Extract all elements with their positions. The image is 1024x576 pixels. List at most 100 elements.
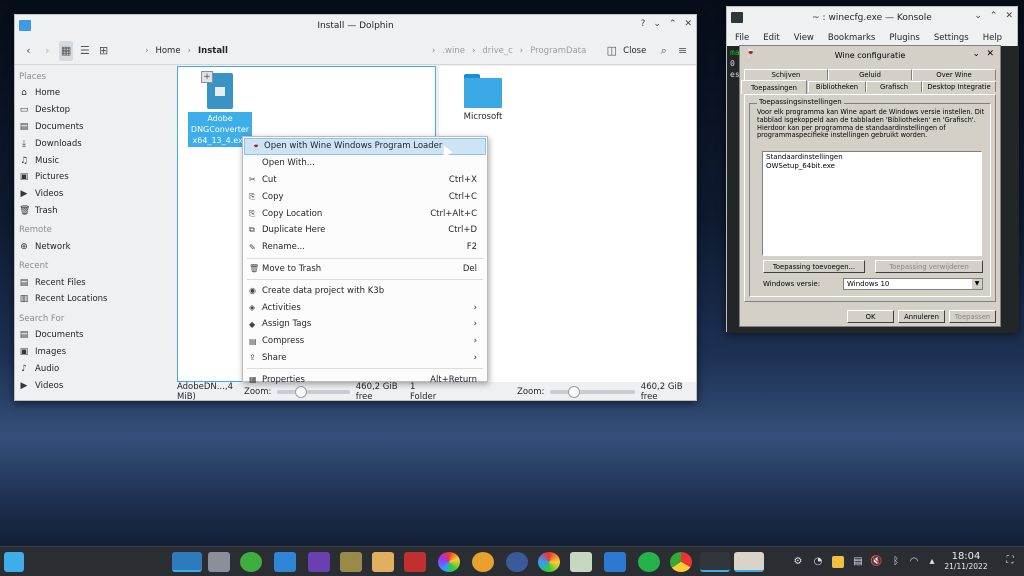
menu-item-open-with[interactable]: Open With... bbox=[243, 155, 487, 172]
sidebar-item-search-documents[interactable]: ▤ Documents bbox=[15, 327, 175, 344]
remove-application-button[interactable]: Toepassing verwijderen bbox=[875, 260, 983, 273]
sidebar-item-trash[interactable]: 🗑 Trash bbox=[15, 203, 175, 220]
graphics-task-icon[interactable] bbox=[538, 552, 560, 572]
sidebar-item-recent-locations[interactable]: ▥ Recent Locations bbox=[15, 291, 175, 308]
cancel-button[interactable]: Annuleren bbox=[898, 310, 945, 323]
sidebar-item-network[interactable]: ⊕ Network bbox=[15, 238, 175, 255]
menu-item-compress[interactable]: ▤ Compress › bbox=[243, 333, 487, 350]
tab-bibliotheken[interactable]: Bibliotheken bbox=[808, 81, 866, 92]
details-view-icon[interactable]: ⊞ bbox=[96, 41, 111, 61]
wizard-task-icon[interactable] bbox=[308, 552, 330, 572]
icons-view-icon[interactable]: ▦ bbox=[58, 40, 74, 61]
menu-item-copy-location[interactable]: ⎘ Copy Location Ctrl+Alt+C bbox=[243, 205, 487, 222]
windows-version-select[interactable]: Windows 10 ▼ bbox=[843, 278, 983, 290]
konsole-task-icon[interactable] bbox=[700, 552, 730, 572]
update-tray-icon[interactable]: ◔ bbox=[812, 556, 824, 568]
sidebar-item-search-images[interactable]: ▣ Images bbox=[15, 344, 175, 361]
sidebar-item-documents[interactable]: ▤ Documents bbox=[15, 119, 175, 136]
media-task-icon[interactable] bbox=[472, 552, 494, 572]
close-icon[interactable]: ✕ bbox=[684, 19, 692, 29]
show-desktop-icon[interactable]: ⛶ bbox=[1004, 555, 1016, 567]
list-item[interactable]: OWSetup_64bit.exe bbox=[766, 162, 978, 171]
konsole-menu-file[interactable]: File bbox=[735, 33, 749, 43]
refresh-task-icon[interactable] bbox=[240, 552, 262, 572]
menu-item-assign-tags[interactable]: ◆ Assign Tags › bbox=[243, 316, 487, 333]
chrome-task-icon[interactable] bbox=[670, 552, 692, 572]
zoom-slider-handle-right[interactable] bbox=[568, 386, 581, 398]
search-icon[interactable]: ⌕ bbox=[656, 41, 671, 61]
sidebar-item-downloads[interactable]: ⤓ Downloads bbox=[15, 135, 175, 152]
ok-button[interactable]: OK bbox=[847, 310, 894, 323]
close-split-icon[interactable]: ◫ bbox=[604, 41, 619, 61]
image-viewer-task-icon[interactable] bbox=[372, 552, 394, 572]
help-icon[interactable]: ? bbox=[641, 19, 646, 29]
hamburger-menu-icon[interactable]: ≡ bbox=[675, 41, 690, 61]
compact-view-icon[interactable]: ☰ bbox=[77, 41, 92, 61]
tab-schijven[interactable]: Schijven bbox=[744, 69, 828, 80]
mail-task-icon[interactable] bbox=[604, 552, 626, 572]
document-task-icon[interactable] bbox=[570, 552, 592, 572]
task-icon[interactable] bbox=[208, 552, 230, 572]
menu-item-move-to-trash[interactable]: 🗑 Move to Trash Del bbox=[243, 261, 487, 278]
sidebar-item-desktop[interactable]: ▭ Desktop bbox=[15, 102, 175, 119]
folder-item-microsoft[interactable]: Microsoft bbox=[453, 74, 513, 122]
chevron-down-icon[interactable]: ▼ bbox=[972, 279, 982, 289]
breadcrumb-current[interactable]: Install bbox=[198, 46, 228, 56]
books-task-icon[interactable] bbox=[404, 552, 426, 572]
wine-titlebar[interactable]: 🍷 Wine configuratie ⌄ ✕ bbox=[740, 46, 1000, 64]
sidebar-item-pictures[interactable]: ▣ Pictures bbox=[15, 169, 175, 186]
zoom-slider-right[interactable] bbox=[550, 386, 635, 398]
sidebar-item-recent-files[interactable]: ▤ Recent Files bbox=[15, 274, 175, 291]
konsole-menu-settings[interactable]: Settings bbox=[934, 33, 969, 43]
konsole-minimize-icon[interactable]: ⌄ bbox=[974, 11, 982, 21]
store-task-icon[interactable] bbox=[274, 552, 296, 572]
maximize-icon[interactable]: ⌃ bbox=[669, 19, 677, 29]
tab-over-wine[interactable]: Over Wine bbox=[912, 69, 996, 80]
app-launcher-icon[interactable] bbox=[4, 552, 24, 572]
konsole-menu-view[interactable]: View bbox=[794, 33, 814, 43]
breadcrumb-wine[interactable]: .wine bbox=[442, 46, 465, 56]
sidebar-item-search-videos[interactable]: ▶ Videos bbox=[15, 377, 175, 394]
breadcrumb-programdata[interactable]: ProgramData bbox=[530, 46, 586, 56]
application-list[interactable]: Standaardinstellingen OWSetup_64bit.exe bbox=[762, 151, 982, 256]
clipboard-tray-icon[interactable]: ▤ bbox=[852, 556, 864, 568]
expand-tray-icon[interactable]: ▴ bbox=[926, 556, 938, 568]
menu-item-create-data-project-with-k3b[interactable]: ◉ Create data project with K3b bbox=[243, 282, 487, 299]
back-icon[interactable]: ‹ bbox=[21, 41, 36, 61]
menu-item-activities[interactable]: ◈ Activities › bbox=[243, 299, 487, 316]
menu-item-duplicate-here[interactable]: ⧉ Duplicate Here Ctrl+D bbox=[243, 222, 487, 239]
sidebar-item-videos[interactable]: ▶ Videos bbox=[15, 186, 175, 203]
sidebar-item-home[interactable]: ⌂ Home bbox=[15, 85, 175, 102]
music-task-icon[interactable] bbox=[506, 552, 528, 572]
konsole-close-icon[interactable]: ✕ bbox=[1005, 11, 1013, 21]
dolphin-task-icon[interactable] bbox=[172, 552, 202, 572]
wine-task-icon[interactable] bbox=[734, 552, 764, 572]
cat-task-icon[interactable] bbox=[340, 552, 362, 572]
breadcrumb-home[interactable]: Home bbox=[155, 46, 180, 56]
konsole-titlebar[interactable]: ~ : winecfg.exe — Konsole ⌄ ⌃ ✕ bbox=[727, 7, 1017, 29]
clock[interactable]: 18:04 21/11/2022 bbox=[942, 551, 990, 571]
color-picker-task-icon[interactable] bbox=[438, 552, 460, 572]
tab-geluid[interactable]: Geluid bbox=[828, 69, 912, 80]
volume-muted-icon[interactable]: 🔇 bbox=[870, 556, 882, 568]
apply-button[interactable]: Toepassen bbox=[949, 310, 996, 323]
menu-item-share[interactable]: ⇪ Share › bbox=[243, 350, 487, 367]
wine-minimize-icon[interactable]: ⌄ bbox=[972, 49, 980, 59]
add-application-button[interactable]: Toepassing toevoegen... bbox=[763, 260, 865, 273]
tab-toepassingen[interactable]: Toepassingen bbox=[741, 80, 807, 94]
konsole-menu-edit[interactable]: Edit bbox=[763, 33, 779, 43]
close-split-button[interactable]: Close bbox=[623, 46, 646, 56]
forward-icon[interactable]: › bbox=[40, 41, 55, 61]
settings-tray-icon[interactable]: ⚙ bbox=[792, 556, 804, 568]
sidebar-item-music[interactable]: ♫ Music bbox=[15, 152, 175, 169]
konsole-menu-plugins[interactable]: Plugins bbox=[889, 33, 919, 43]
minimize-icon[interactable]: ⌄ bbox=[653, 19, 661, 29]
whatsapp-task-icon[interactable] bbox=[638, 552, 660, 572]
zoom-slider[interactable] bbox=[277, 386, 350, 398]
sidebar-item-search-audio[interactable]: ♪ Audio bbox=[15, 360, 175, 377]
menu-item-properties[interactable]: ▦ Properties Alt+Return bbox=[243, 371, 487, 388]
wine-close-icon[interactable]: ✕ bbox=[986, 49, 994, 59]
konsole-menu-bookmarks[interactable]: Bookmarks bbox=[828, 33, 876, 43]
bluetooth-icon[interactable]: ᛒ bbox=[890, 556, 902, 568]
menu-item-rename[interactable]: ✎ Rename... F2 bbox=[243, 239, 487, 256]
